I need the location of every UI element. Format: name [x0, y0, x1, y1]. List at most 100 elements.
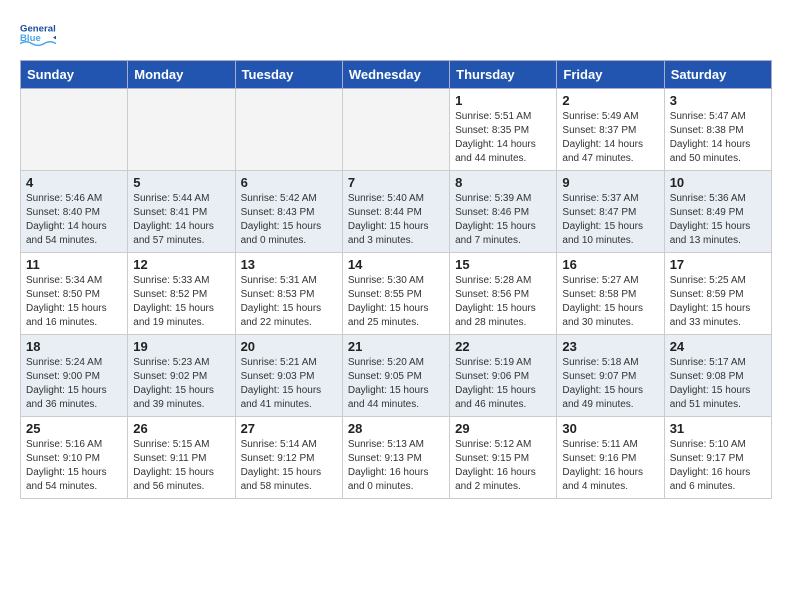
day-number: 4	[26, 175, 122, 190]
calendar-weekday-sunday: Sunday	[21, 61, 128, 89]
calendar-week-3: 11Sunrise: 5:34 AM Sunset: 8:50 PM Dayli…	[21, 253, 772, 335]
day-info: Sunrise: 5:16 AM Sunset: 9:10 PM Dayligh…	[26, 438, 122, 494]
day-info: Sunrise: 5:18 AM Sunset: 9:07 PM Dayligh…	[562, 356, 658, 412]
day-number: 10	[670, 175, 766, 190]
calendar-cell-8: 8 Sunrise: 5:39 AM Sunset: 8:46 PM Daylig…	[450, 171, 557, 253]
day-number: 5	[133, 175, 229, 190]
calendar-cell-9: 9 Sunrise: 5:37 AM Sunset: 8:47 PM Daylig…	[557, 171, 664, 253]
day-number: 19	[133, 339, 229, 354]
day-info: Sunrise: 5:46 AM Sunset: 8:40 PM Dayligh…	[26, 192, 122, 248]
calendar-cell-28: 28 Sunrise: 5:13 AM Sunset: 9:13 PM Dayli…	[342, 417, 449, 499]
calendar-cell-23: 23Sunrise: 5:18 AM Sunset: 9:07 PM Dayli…	[557, 335, 664, 417]
day-info: Sunrise: 5:33 AM Sunset: 8:52 PM Dayligh…	[133, 274, 229, 330]
day-number: 6	[241, 175, 337, 190]
day-info: Sunrise: 5:15 AM Sunset: 9:11 PM Dayligh…	[133, 438, 229, 494]
day-number: 13	[241, 257, 337, 272]
calendar-cell-empty-0-0	[21, 89, 128, 171]
calendar-cell-19: 19 Sunrise: 5:23 AM Sunset: 9:02 PM Dayli…	[128, 335, 235, 417]
calendar-cell-31: 31Sunrise: 5:10 AM Sunset: 9:17 PM Dayli…	[664, 417, 771, 499]
day-info: Sunrise: 5:31 AM Sunset: 8:53 PM Dayligh…	[241, 274, 337, 330]
day-info: Sunrise: 5:20 AM Sunset: 9:05 PM Dayligh…	[348, 356, 444, 412]
day-number: 24	[670, 339, 766, 354]
calendar-cell-6: 6Sunrise: 5:42 AM Sunset: 8:43 PM Daylig…	[235, 171, 342, 253]
calendar-week-1: 1 Sunrise: 5:51 AM Sunset: 8:35 PM Daylig…	[21, 89, 772, 171]
day-number: 2	[562, 93, 658, 108]
day-info: Sunrise: 5:39 AM Sunset: 8:46 PM Dayligh…	[455, 192, 551, 248]
day-number: 14	[348, 257, 444, 272]
day-number: 18	[26, 339, 122, 354]
day-info: Sunrise: 5:23 AM Sunset: 9:02 PM Dayligh…	[133, 356, 229, 412]
day-info: Sunrise: 5:51 AM Sunset: 8:35 PM Dayligh…	[455, 110, 551, 166]
day-info: Sunrise: 5:30 AM Sunset: 8:55 PM Dayligh…	[348, 274, 444, 330]
day-number: 9	[562, 175, 658, 190]
calendar-week-5: 25 Sunrise: 5:16 AM Sunset: 9:10 PM Dayli…	[21, 417, 772, 499]
calendar-cell-empty-0-1	[128, 89, 235, 171]
day-number: 22	[455, 339, 551, 354]
day-info: Sunrise: 5:21 AM Sunset: 9:03 PM Dayligh…	[241, 356, 337, 412]
day-number: 29	[455, 421, 551, 436]
calendar-cell-empty-0-2	[235, 89, 342, 171]
calendar-cell-10: 10 Sunrise: 5:36 AM Sunset: 8:49 PM Dayli…	[664, 171, 771, 253]
calendar-cell-2: 2 Sunrise: 5:49 AM Sunset: 8:37 PM Daylig…	[557, 89, 664, 171]
calendar-cell-16: 16 Sunrise: 5:27 AM Sunset: 8:58 PM Dayli…	[557, 253, 664, 335]
calendar-cell-25: 25 Sunrise: 5:16 AM Sunset: 9:10 PM Dayli…	[21, 417, 128, 499]
calendar-cell-7: 7 Sunrise: 5:40 AM Sunset: 8:44 PM Daylig…	[342, 171, 449, 253]
calendar-cell-30: 30 Sunrise: 5:11 AM Sunset: 9:16 PM Dayli…	[557, 417, 664, 499]
calendar-cell-27: 27 Sunrise: 5:14 AM Sunset: 9:12 PM Dayli…	[235, 417, 342, 499]
day-info: Sunrise: 5:28 AM Sunset: 8:56 PM Dayligh…	[455, 274, 551, 330]
day-number: 8	[455, 175, 551, 190]
calendar-cell-13: 13 Sunrise: 5:31 AM Sunset: 8:53 PM Dayli…	[235, 253, 342, 335]
day-info: Sunrise: 5:25 AM Sunset: 8:59 PM Dayligh…	[670, 274, 766, 330]
calendar-weekday-friday: Friday	[557, 61, 664, 89]
day-info: Sunrise: 5:17 AM Sunset: 9:08 PM Dayligh…	[670, 356, 766, 412]
day-number: 25	[26, 421, 122, 436]
day-number: 1	[455, 93, 551, 108]
calendar-cell-empty-0-3	[342, 89, 449, 171]
day-info: Sunrise: 5:14 AM Sunset: 9:12 PM Dayligh…	[241, 438, 337, 494]
calendar-cell-11: 11Sunrise: 5:34 AM Sunset: 8:50 PM Dayli…	[21, 253, 128, 335]
day-info: Sunrise: 5:11 AM Sunset: 9:16 PM Dayligh…	[562, 438, 658, 494]
day-number: 28	[348, 421, 444, 436]
day-info: Sunrise: 5:12 AM Sunset: 9:15 PM Dayligh…	[455, 438, 551, 494]
calendar-cell-21: 21 Sunrise: 5:20 AM Sunset: 9:05 PM Dayli…	[342, 335, 449, 417]
calendar-cell-12: 12 Sunrise: 5:33 AM Sunset: 8:52 PM Dayli…	[128, 253, 235, 335]
day-number: 30	[562, 421, 658, 436]
day-info: Sunrise: 5:40 AM Sunset: 8:44 PM Dayligh…	[348, 192, 444, 248]
calendar-table: SundayMondayTuesdayWednesdayThursdayFrid…	[20, 60, 772, 499]
day-number: 3	[670, 93, 766, 108]
day-info: Sunrise: 5:36 AM Sunset: 8:49 PM Dayligh…	[670, 192, 766, 248]
day-number: 21	[348, 339, 444, 354]
logo-icon: General Blue	[20, 16, 56, 52]
calendar-cell-1: 1 Sunrise: 5:51 AM Sunset: 8:35 PM Daylig…	[450, 89, 557, 171]
day-info: Sunrise: 5:19 AM Sunset: 9:06 PM Dayligh…	[455, 356, 551, 412]
day-number: 7	[348, 175, 444, 190]
day-info: Sunrise: 5:44 AM Sunset: 8:41 PM Dayligh…	[133, 192, 229, 248]
calendar-cell-5: 5 Sunrise: 5:44 AM Sunset: 8:41 PM Daylig…	[128, 171, 235, 253]
day-number: 27	[241, 421, 337, 436]
calendar-weekday-tuesday: Tuesday	[235, 61, 342, 89]
day-info: Sunrise: 5:47 AM Sunset: 8:38 PM Dayligh…	[670, 110, 766, 166]
day-info: Sunrise: 5:13 AM Sunset: 9:13 PM Dayligh…	[348, 438, 444, 494]
calendar-weekday-thursday: Thursday	[450, 61, 557, 89]
logo: General Blue	[20, 16, 56, 52]
calendar-weekday-wednesday: Wednesday	[342, 61, 449, 89]
calendar-cell-24: 24 Sunrise: 5:17 AM Sunset: 9:08 PM Dayli…	[664, 335, 771, 417]
day-number: 16	[562, 257, 658, 272]
calendar-cell-29: 29 Sunrise: 5:12 AM Sunset: 9:15 PM Dayli…	[450, 417, 557, 499]
calendar-cell-4: 4 Sunrise: 5:46 AM Sunset: 8:40 PM Daylig…	[21, 171, 128, 253]
day-number: 26	[133, 421, 229, 436]
calendar-week-2: 4 Sunrise: 5:46 AM Sunset: 8:40 PM Daylig…	[21, 171, 772, 253]
day-info: Sunrise: 5:27 AM Sunset: 8:58 PM Dayligh…	[562, 274, 658, 330]
day-number: 11	[26, 257, 122, 272]
day-number: 17	[670, 257, 766, 272]
day-info: Sunrise: 5:37 AM Sunset: 8:47 PM Dayligh…	[562, 192, 658, 248]
day-number: 12	[133, 257, 229, 272]
calendar-cell-26: 26 Sunrise: 5:15 AM Sunset: 9:11 PM Dayli…	[128, 417, 235, 499]
calendar-cell-22: 22 Sunrise: 5:19 AM Sunset: 9:06 PM Dayli…	[450, 335, 557, 417]
day-info: Sunrise: 5:49 AM Sunset: 8:37 PM Dayligh…	[562, 110, 658, 166]
calendar-weekday-monday: Monday	[128, 61, 235, 89]
calendar-cell-18: 18Sunrise: 5:24 AM Sunset: 9:00 PM Dayli…	[21, 335, 128, 417]
day-number: 20	[241, 339, 337, 354]
page-header: General Blue	[20, 16, 772, 52]
calendar-cell-14: 14 Sunrise: 5:30 AM Sunset: 8:55 PM Dayli…	[342, 253, 449, 335]
